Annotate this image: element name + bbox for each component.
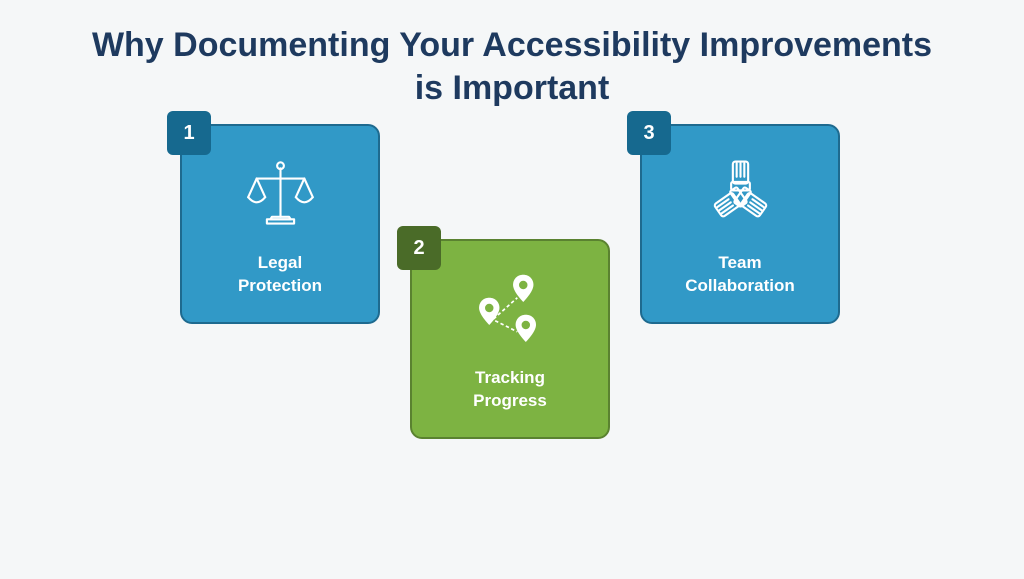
card-label: TrackingProgress xyxy=(473,367,547,413)
badge-number: 3 xyxy=(643,122,654,145)
hands-together-icon xyxy=(695,150,785,240)
card-legal-protection: 1 LegalProtection xyxy=(180,124,380,324)
page-title: Why Documenting Your Accessibility Impro… xyxy=(0,0,1024,109)
scales-icon xyxy=(235,150,325,240)
cards-container: 1 LegalProtection xyxy=(0,109,1024,579)
map-pins-icon xyxy=(465,265,555,355)
card-team-collaboration: 3 xyxy=(640,124,840,324)
badge-number: 2 xyxy=(413,237,424,260)
number-badge: 1 xyxy=(167,111,211,155)
number-badge: 3 xyxy=(627,111,671,155)
card-label: LegalProtection xyxy=(238,252,322,298)
card-tracking-progress: 2 TrackingProgress xyxy=(410,239,610,439)
card-label: TeamCollaboration xyxy=(685,252,795,298)
badge-number: 1 xyxy=(183,122,194,145)
number-badge: 2 xyxy=(397,226,441,270)
